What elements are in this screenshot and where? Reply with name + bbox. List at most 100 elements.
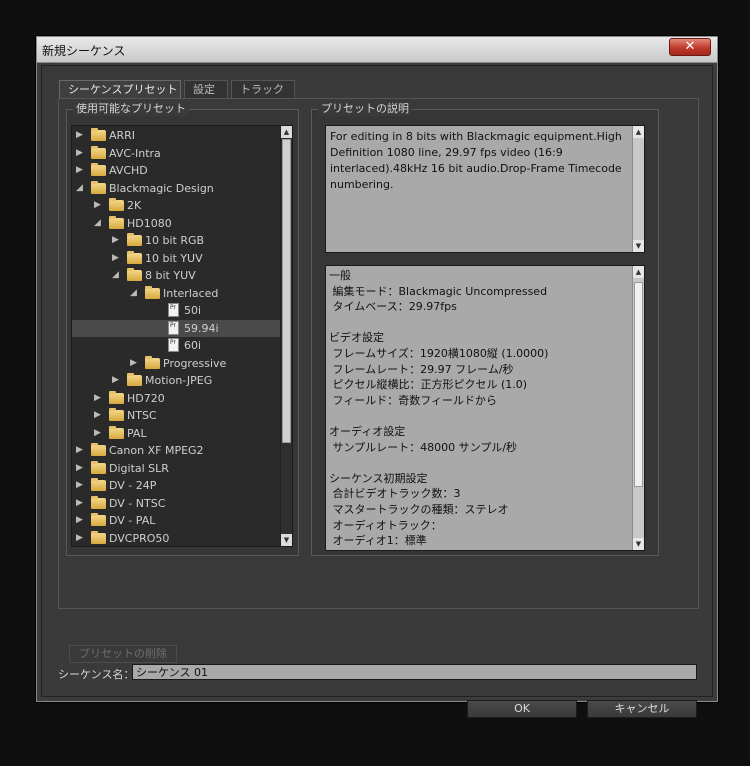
preset-folder-item[interactable]: ▶ Motion-JPEG: [72, 372, 280, 389]
scroll-down-arrow-icon[interactable]: ▼: [633, 240, 644, 252]
collapsed-arrow-icon[interactable]: ▶: [76, 495, 86, 512]
preset-folder-item[interactable]: ◢ 8 bit YUV: [72, 267, 280, 284]
available-presets-label: 使用可能なプリセット: [73, 102, 189, 116]
scroll-up-arrow-icon[interactable]: ▲: [633, 266, 644, 278]
summary-line: サンプルレート：48000 サンプル/秒: [329, 440, 518, 454]
preset-folder-item[interactable]: ▶ 2K: [72, 197, 280, 214]
cancel-button[interactable]: キャンセル: [587, 700, 697, 718]
collapsed-arrow-icon[interactable]: ▶: [76, 162, 86, 179]
summary-line: オーディオ1：標準: [329, 534, 427, 548]
available-presets-group: 使用可能なプリセット ▶ ARRI ▶ AVC-Intra ▶ AVCHD ◢ Blackma…: [66, 102, 299, 556]
collapsed-arrow-icon[interactable]: ▶: [76, 442, 86, 459]
summary-line: ピクセル縦横比：正方形ピクセル (1.0): [329, 378, 528, 392]
preset-item-label: 59.94i: [184, 321, 219, 335]
preset-folder-item[interactable]: ▶ 10 bit RGB: [72, 232, 280, 249]
collapsed-arrow-icon[interactable]: ▶: [76, 460, 86, 477]
preset-folder-item[interactable]: ▶ PAL: [72, 425, 280, 442]
preset-item-label: 10 bit YUV: [145, 251, 203, 265]
collapsed-arrow-icon[interactable]: ▶: [76, 530, 86, 547]
title-bar: 新規シーケンス ✕: [37, 37, 717, 63]
folder-icon: [91, 128, 106, 141]
preset-folder-item[interactable]: ▶ AVCHD: [72, 162, 280, 179]
folder-icon: [91, 163, 106, 176]
preset-folder-item[interactable]: ▶ AVC-Intra: [72, 145, 280, 162]
scroll-down-arrow-icon[interactable]: ▼: [633, 538, 644, 550]
collapsed-arrow-icon[interactable]: ▶: [94, 425, 104, 442]
folder-icon: [91, 513, 106, 526]
summary-line: フィールド：奇数フィールドから: [329, 393, 498, 407]
summary-line: タイムベース：29.97fps: [329, 300, 457, 314]
preset-folder-item[interactable]: ▶ Digital SLR: [72, 460, 280, 477]
scroll-up-arrow-icon[interactable]: ▲: [633, 126, 644, 138]
expanded-arrow-icon[interactable]: ◢: [94, 215, 104, 232]
preset-folder-item[interactable]: ◢ HD1080: [72, 215, 280, 232]
folder-icon: [91, 495, 106, 509]
summary-line: オーディオ設定: [329, 425, 406, 438]
preset-folder-item[interactable]: ▶ DV - PAL: [72, 512, 280, 529]
preset-item[interactable]: Pr 59.94i: [72, 319, 280, 337]
folder-icon: [145, 285, 160, 299]
preset-description-group: プリセットの説明 For editing in 8 bits with Blac…: [311, 102, 659, 556]
folder-icon: [91, 460, 106, 474]
preset-item-label: Digital SLR: [109, 461, 169, 475]
collapsed-arrow-icon[interactable]: ▶: [94, 197, 104, 214]
preset-item[interactable]: Pr 50i: [72, 302, 280, 319]
preset-tree[interactable]: ▶ ARRI ▶ AVC-Intra ▶ AVCHD ◢ Blackmagic Design ▶…: [71, 125, 293, 547]
preset-folder-item[interactable]: ◢ Interlaced: [72, 285, 280, 302]
presets-tab-panel: 使用可能なプリセット ▶ ARRI ▶ AVC-Intra ▶ AVCHD ◢ Blackma…: [58, 98, 699, 663]
preset-item-label: Blackmagic Design: [109, 181, 214, 195]
tab-settings[interactable]: 設定: [184, 80, 228, 98]
folder-icon: [109, 198, 124, 211]
preset-item-label: PAL: [127, 426, 147, 440]
ok-button[interactable]: OK: [467, 700, 577, 718]
preset-folder-item[interactable]: ▶ Progressive: [72, 355, 280, 372]
description-text: For editing in 8 bits with Blackmagic eq…: [330, 130, 622, 191]
sequence-name-input[interactable]: [132, 664, 697, 680]
preset-item[interactable]: Pr 60i: [72, 337, 280, 354]
collapsed-arrow-icon[interactable]: ▶: [94, 390, 104, 407]
scroll-down-arrow-icon[interactable]: ▼: [281, 534, 292, 546]
preset-folder-item[interactable]: ▶ DV - NTSC: [72, 495, 280, 512]
tab-sequence-presets[interactable]: シーケンスプリセット: [59, 80, 181, 99]
summary-line: 合計ビデオトラック数：3: [329, 487, 461, 501]
summary-line: 編集モード：Blackmagic Uncompressed: [329, 284, 548, 298]
preset-folder-item[interactable]: ▶ ARRI: [72, 127, 280, 144]
dialog-body: シーケンスプリセット 設定 トラック 使用可能なプリセット ▶ ARRI ▶ AVC-…: [41, 65, 713, 718]
summary-scrollbar[interactable]: ▲ ▼: [632, 266, 644, 550]
expanded-arrow-icon[interactable]: ◢: [112, 267, 122, 284]
close-button[interactable]: ✕: [669, 38, 711, 56]
collapsed-arrow-icon[interactable]: ▶: [76, 512, 86, 529]
preset-folder-item[interactable]: ▶ DVCPRO50: [72, 530, 280, 547]
collapsed-arrow-icon[interactable]: ▶: [130, 355, 140, 372]
preset-folder-item[interactable]: ▶ HD720: [72, 390, 280, 407]
collapsed-arrow-icon[interactable]: ▶: [76, 477, 86, 494]
scroll-thumb[interactable]: [282, 139, 291, 443]
collapsed-arrow-icon[interactable]: ▶: [112, 232, 122, 249]
preset-item-label: DV - PAL: [109, 514, 156, 527]
preset-tree-scrollbar[interactable]: ▲ ▼: [280, 126, 292, 546]
folder-icon: [109, 425, 124, 439]
preset-folder-item[interactable]: ▶ NTSC: [72, 407, 280, 424]
expanded-arrow-icon[interactable]: ◢: [76, 180, 86, 197]
scroll-thumb[interactable]: [634, 282, 643, 487]
delete-preset-button[interactable]: プリセットの削除: [69, 645, 177, 663]
tab-tracks[interactable]: トラック: [231, 80, 295, 98]
collapsed-arrow-icon[interactable]: ▶: [94, 407, 104, 424]
preset-item-label: HD720: [127, 391, 165, 405]
collapsed-arrow-icon[interactable]: ▶: [76, 127, 86, 144]
preset-folder-item[interactable]: ▶ 10 bit YUV: [72, 250, 280, 267]
expanded-arrow-icon[interactable]: ◢: [130, 285, 140, 302]
preset-folder-item[interactable]: ◢ Blackmagic Design: [72, 180, 280, 197]
preset-item-label: DVCPRO50: [109, 531, 170, 545]
scroll-up-arrow-icon[interactable]: ▲: [281, 126, 292, 138]
folder-icon: [91, 145, 106, 159]
description-scrollbar[interactable]: ▲ ▼: [632, 126, 644, 252]
preset-folder-item[interactable]: ▶ Canon XF MPEG2: [72, 442, 280, 459]
preset-folder-item[interactable]: ▶ DV - 24P: [72, 477, 280, 494]
collapsed-arrow-icon[interactable]: ▶: [112, 250, 122, 267]
summary-line: ビデオ設定: [329, 331, 384, 345]
collapsed-arrow-icon[interactable]: ▶: [112, 372, 122, 389]
preset-item-label: 10 bit RGB: [145, 234, 205, 247]
summary-line: フレームサイズ：1920横1080縦 (1.0000): [329, 347, 549, 360]
collapsed-arrow-icon[interactable]: ▶: [76, 145, 86, 162]
